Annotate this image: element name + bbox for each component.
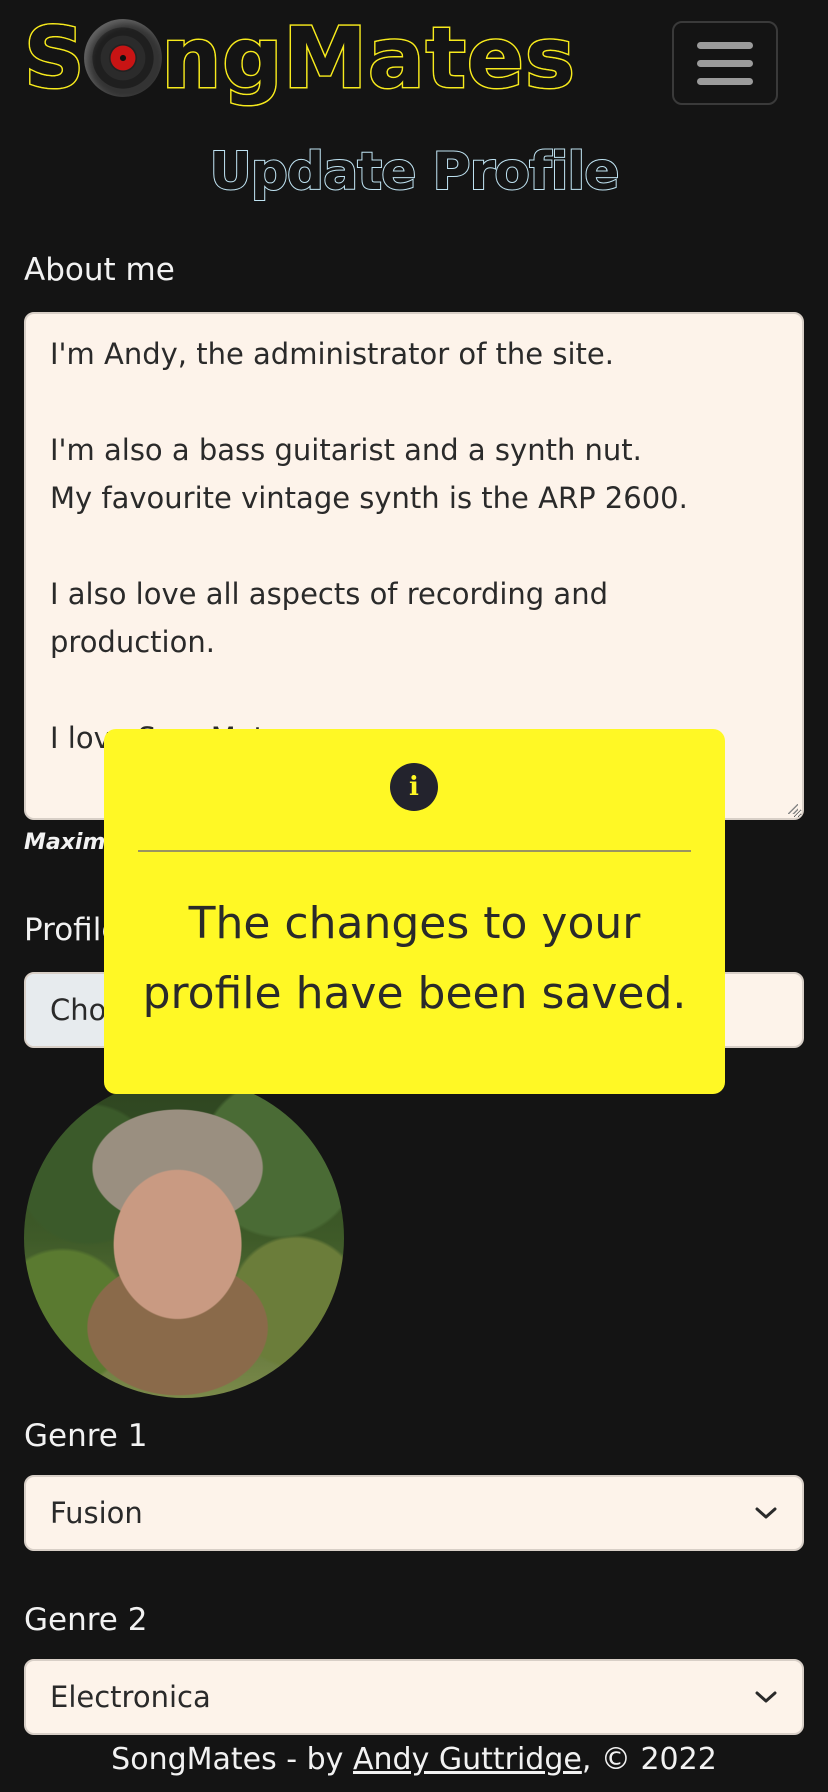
toast-message: The changes to your profile have been sa… [142,898,687,1019]
profile-avatar-image [24,1078,344,1398]
genre-1-select[interactable]: Fusion [24,1475,804,1551]
footer: SongMates - by Andy Guttridge, © 2022 [0,1742,828,1777]
chevron-down-icon [754,1501,778,1525]
logo-text-rest: ngMates [160,9,576,107]
footer-suffix: , © 2022 [581,1742,717,1777]
footer-prefix: SongMates - by [111,1742,353,1777]
page-title: Update Profile [208,141,620,203]
info-icon: i [390,763,438,811]
vinyl-record-icon [83,19,162,97]
site-logo[interactable]: SngMates [23,8,577,108]
genre-1-value: Fusion [50,1496,143,1530]
genre-1-label: Genre 1 [24,1418,148,1454]
toast-divider [138,850,691,852]
genre-2-select[interactable]: Electronica [24,1659,804,1735]
genre-2-label: Genre 2 [24,1602,148,1638]
author-link[interactable]: Andy Guttridge [353,1742,582,1777]
chevron-down-icon [754,1685,778,1709]
hamburger-icon-bar [697,59,753,67]
logo-text-first: S [23,9,86,107]
navbar: SngMates [0,0,828,130]
success-toast[interactable]: i The changes to your profile have been … [104,729,725,1094]
hamburger-icon [697,41,753,49]
resize-grip-icon[interactable] [788,804,798,814]
menu-toggle-button[interactable] [672,21,778,105]
genre-2-value: Electronica [50,1680,211,1714]
about-me-label: About me [24,252,175,288]
hamburger-icon-bar [697,77,753,85]
